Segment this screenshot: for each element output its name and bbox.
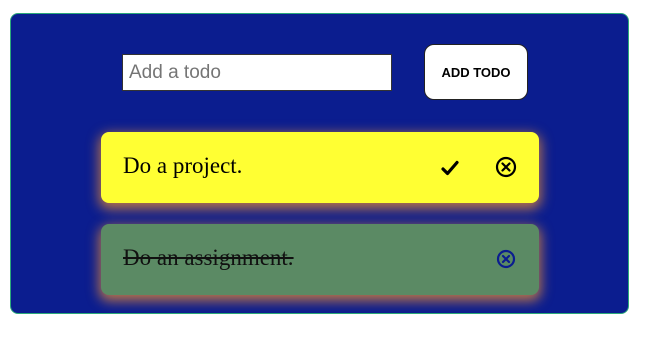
todo-item: Do a project. [101, 132, 539, 203]
todo-item: Do an assignment. [101, 224, 539, 295]
remove-icon[interactable] [493, 154, 519, 180]
todo-input[interactable] [122, 54, 392, 91]
remove-icon[interactable] [493, 246, 519, 272]
todo-text: Do a project. [123, 153, 243, 178]
todo-text: Do an assignment. [123, 245, 294, 270]
add-todo-button[interactable]: ADD TODO [424, 44, 528, 100]
todo-app: ADD TODO Do a project. Do an assignment. [10, 13, 629, 314]
check-icon[interactable] [437, 155, 463, 181]
